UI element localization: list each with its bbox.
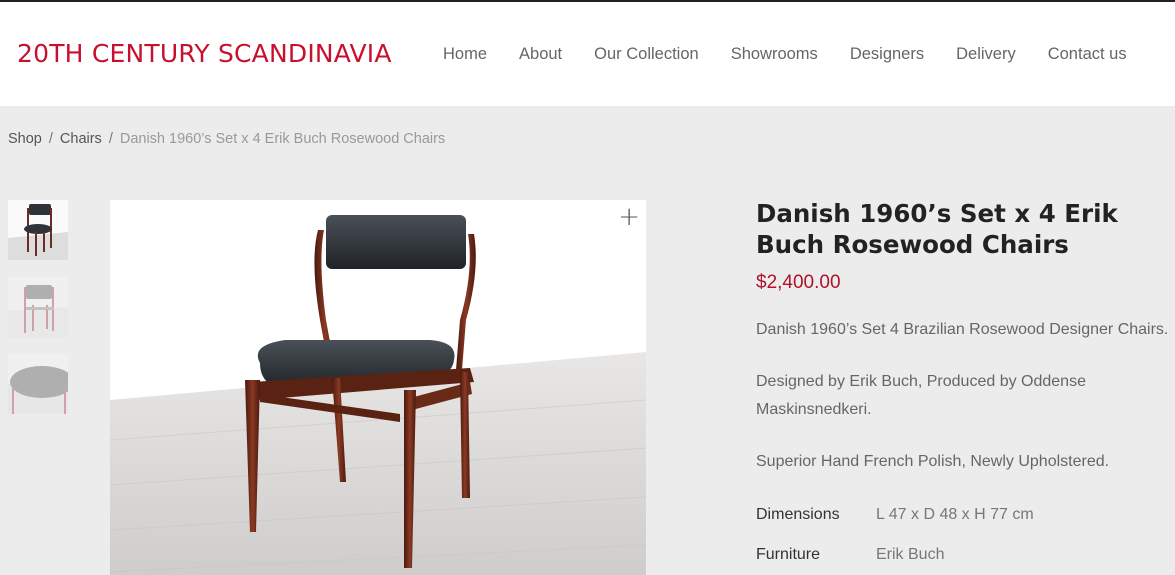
thumbnail-1[interactable] [8,200,68,260]
nav-about[interactable]: About [519,45,562,64]
breadcrumb-separator: / [108,131,113,147]
site-logo[interactable]: 20TH CENTURY SCANDINAVIA [17,39,392,68]
nav-designers[interactable]: Designers [850,45,924,64]
product-main-image[interactable]: + [110,200,646,575]
product-title: Danish 1960’s Set x 4 Erik Buch Rosewood… [756,199,1118,259]
zoom-plus-icon[interactable]: + [618,202,640,232]
thumbnail-2[interactable] [8,277,68,337]
description-line-3: Superior Hand French Polish, Newly Uphol… [756,453,1110,470]
breadcrumb-shop[interactable]: Shop [8,131,42,147]
nav-showrooms[interactable]: Showrooms [731,45,818,64]
thumbnail-3[interactable] [8,354,68,414]
product-price: $2,400.00 [756,272,841,293]
nav-delivery[interactable]: Delivery [956,45,1016,64]
breadcrumb: Shop / Chairs / Danish 1960’s Set x 4 Erik B… [8,131,445,147]
main-nav: Home About Our Collection Showrooms Desi… [443,45,1159,64]
spec-dimensions: Dimensions L 47 x D 48 x H 77 cm [756,506,1175,524]
thumbnail-gallery [8,200,68,431]
spec-value: Erik Buch [876,546,945,563]
nav-home[interactable]: Home [443,45,487,64]
breadcrumb-current: Danish 1960’s Set x 4 Erik Buch Rosewood… [119,131,446,147]
description-line-1: Danish 1960’s Set 4 Brazilian Rosewood D… [756,321,1169,338]
description-line-2: Designed by Erik Buch, Produced by Odden… [756,373,1086,418]
spec-furniture: Furniture Erik Buch [756,546,1175,564]
breadcrumb-chairs[interactable]: Chairs [60,131,102,147]
breadcrumb-separator: / [48,131,53,147]
spec-label: Furniture [756,546,821,563]
product-description: Danish 1960’s Set 4 Brazilian Rosewood D… [756,316,1175,476]
product-info: Danish 1960’s Set x 4 Erik Buch Rosewood… [756,198,1175,564]
nav-our-collection[interactable]: Our Collection [594,45,699,64]
nav-contact-us[interactable]: Contact us [1048,45,1127,64]
spec-label: Dimensions [756,506,840,523]
site-header: 20TH CENTURY SCANDINAVIA Home About Our … [0,2,1175,106]
spec-value: L 47 x D 48 x H 77 cm [876,506,1034,523]
